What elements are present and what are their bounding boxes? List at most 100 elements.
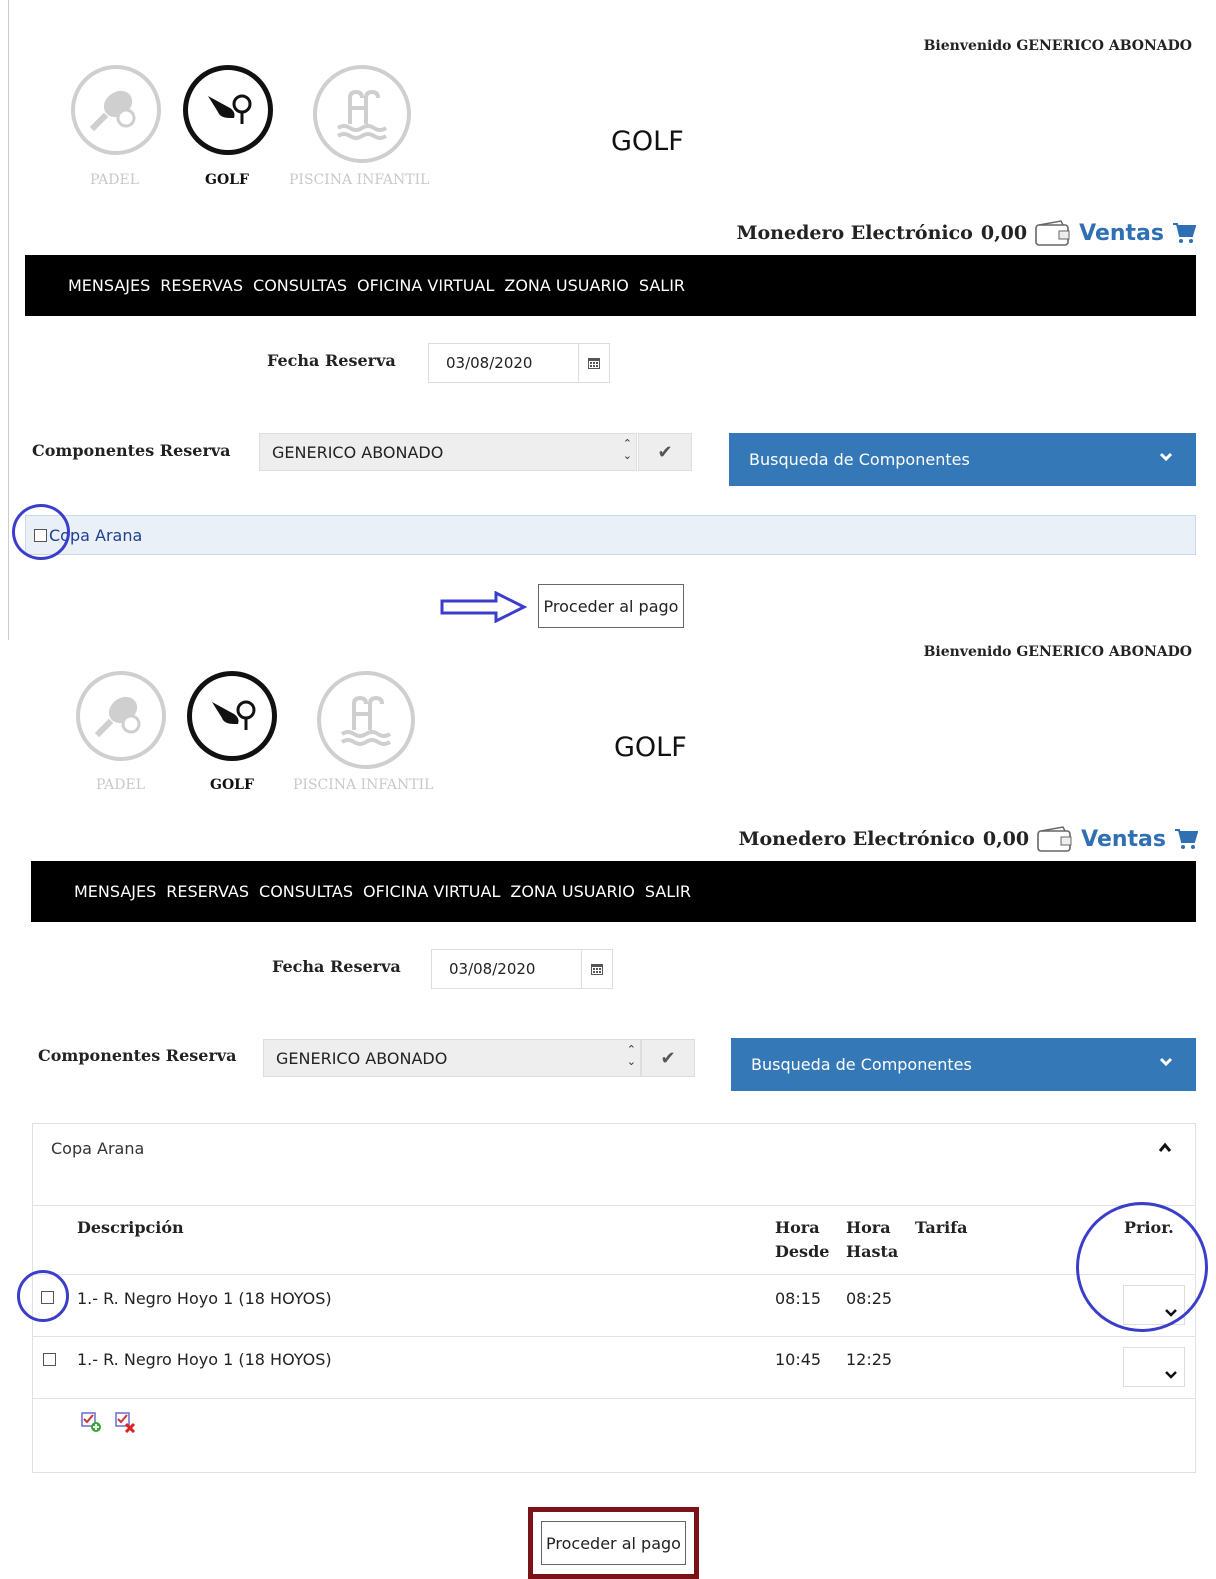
spinner-icon: ⌃ ⌄ bbox=[622, 437, 632, 462]
fecha-value: 03/08/2020 bbox=[446, 354, 533, 372]
fecha-value: 03/08/2020 bbox=[449, 960, 536, 978]
divider bbox=[32, 1274, 1196, 1275]
busqueda-label: Busqueda de Componentes bbox=[749, 450, 970, 469]
calendar-icon bbox=[591, 964, 603, 975]
nav-zona-usuario[interactable]: ZONA USUARIO bbox=[510, 882, 635, 901]
sport-piscina[interactable] bbox=[313, 65, 411, 163]
chevron-down-icon bbox=[1165, 1371, 1177, 1379]
wallet-2: Monedero Electrónico 0,00 Ventas bbox=[738, 826, 1198, 852]
page-title: GOLF bbox=[611, 126, 684, 157]
annotation-arrow-icon bbox=[440, 591, 528, 623]
proceder-pago-button-bottom[interactable]: Proceder al pago bbox=[541, 1521, 686, 1565]
padel-racket-icon bbox=[89, 90, 136, 132]
nav-consultas[interactable]: CONSULTAS bbox=[253, 276, 347, 295]
wallet-label: Monedero Electrónico bbox=[736, 222, 973, 244]
confirm-component-button-2[interactable]: ✔ bbox=[641, 1039, 695, 1077]
top-panel: Bienvenido GENERICO ABONADO PADEL GOLF P… bbox=[0, 0, 1216, 640]
componentes-select[interactable]: GENERICO ABONADO ⌃ ⌄ bbox=[259, 433, 637, 471]
confirm-component-button[interactable]: ✔ bbox=[638, 433, 692, 471]
divider bbox=[32, 1398, 1196, 1399]
row-descripcion-2: 1.- R. Negro Hoyo 1 (18 HOYOS) bbox=[77, 1350, 332, 1369]
col-hora-desde-1: Hora bbox=[775, 1218, 820, 1237]
sport-label-padel: PADEL bbox=[90, 172, 139, 188]
row-hasta-1: 08:25 bbox=[846, 1289, 893, 1308]
wallet-amount: 0,00 bbox=[980, 222, 1028, 244]
copa-row[interactable]: Copa Arana bbox=[25, 515, 1196, 555]
nav-mensajes[interactable]: MENSAJES bbox=[68, 276, 150, 295]
sport-padel[interactable] bbox=[71, 65, 161, 155]
col-descripcion: Descripción bbox=[77, 1218, 184, 1237]
row-desde-2: 10:45 bbox=[775, 1350, 822, 1369]
pool-icon bbox=[340, 695, 392, 746]
check-icon: ✔ bbox=[657, 441, 673, 463]
calendar-button[interactable] bbox=[578, 344, 609, 382]
nav-oficina-virtual[interactable]: OFICINA VIRTUAL bbox=[363, 882, 500, 901]
copa-panel-title[interactable]: Copa Arana bbox=[51, 1139, 144, 1158]
nav-salir[interactable]: SALIR bbox=[645, 882, 691, 901]
ventas-link[interactable]: Ventas bbox=[1079, 221, 1164, 246]
nav-reservas[interactable]: RESERVAS bbox=[160, 276, 243, 295]
nav-consultas[interactable]: CONSULTAS bbox=[259, 882, 353, 901]
busqueda-toggle[interactable]: Busqueda de Componentes bbox=[729, 433, 1196, 486]
select-all-icon[interactable] bbox=[80, 1411, 102, 1433]
sport-label-golf-2: GOLF bbox=[210, 777, 254, 793]
pool-icon bbox=[336, 89, 388, 140]
nav-salir[interactable]: SALIR bbox=[639, 276, 685, 295]
fecha-input[interactable]: 03/08/2020 bbox=[428, 343, 610, 383]
sport-label-piscina: PISCINA INFANTIL bbox=[289, 172, 430, 188]
calendar-button[interactable] bbox=[581, 950, 612, 988]
componentes-value: GENERICO ABONADO bbox=[276, 1048, 448, 1068]
annotation-circle-row-checkbox bbox=[17, 1270, 69, 1322]
fecha-label-2: Fecha Reserva bbox=[272, 957, 401, 976]
wallet: Monedero Electrónico 0,00 Ventas bbox=[736, 220, 1196, 246]
wallet-icon[interactable] bbox=[1035, 220, 1071, 246]
fecha-label: Fecha Reserva bbox=[267, 351, 396, 370]
deselect-all-icon[interactable] bbox=[114, 1411, 136, 1433]
busqueda-label: Busqueda de Componentes bbox=[751, 1055, 972, 1074]
col-hora-hasta-2: Hasta bbox=[846, 1242, 899, 1261]
padel-racket-icon bbox=[94, 696, 141, 738]
annotation-circle-prior bbox=[1076, 1202, 1208, 1332]
golf-club-icon bbox=[208, 94, 252, 124]
proceder-pago-button-top[interactable]: Proceder al pago bbox=[538, 584, 684, 628]
check-icon: ✔ bbox=[660, 1047, 676, 1069]
cart-icon[interactable] bbox=[1174, 828, 1198, 850]
annotation-circle-checkbox bbox=[12, 504, 70, 560]
left-border bbox=[8, 0, 9, 640]
nav-oficina-virtual[interactable]: OFICINA VIRTUAL bbox=[357, 276, 494, 295]
wallet-amount: 0,00 bbox=[982, 828, 1030, 850]
componentes-label: Componentes Reserva bbox=[32, 441, 231, 460]
row-desde-1: 08:15 bbox=[775, 1289, 822, 1308]
welcome-text-2: Bienvenido GENERICO ABONADO bbox=[923, 644, 1192, 660]
row-descripcion-1: 1.- R. Negro Hoyo 1 (18 HOYOS) bbox=[77, 1289, 332, 1308]
calendar-icon bbox=[588, 358, 600, 369]
chevron-down-icon bbox=[1159, 1057, 1173, 1067]
ventas-link[interactable]: Ventas bbox=[1081, 827, 1166, 852]
col-tarifa: Tarifa bbox=[915, 1218, 968, 1237]
wallet-icon[interactable] bbox=[1037, 826, 1073, 852]
componentes-label-2: Componentes Reserva bbox=[38, 1046, 237, 1065]
sport-label-padel-2: PADEL bbox=[96, 777, 145, 793]
sport-label-golf: GOLF bbox=[205, 172, 249, 188]
cart-icon[interactable] bbox=[1172, 222, 1196, 244]
nav-mensajes[interactable]: MENSAJES bbox=[74, 882, 156, 901]
col-hora-hasta-1: Hora bbox=[846, 1218, 891, 1237]
sport-padel-2[interactable] bbox=[76, 671, 166, 761]
page-title-2: GOLF bbox=[614, 732, 687, 763]
chevron-up-icon[interactable] bbox=[1158, 1141, 1172, 1153]
bottom-panel: Bienvenido GENERICO ABONADO PADEL GOLF P… bbox=[0, 640, 1216, 1579]
row-prior-select-2[interactable] bbox=[1123, 1347, 1185, 1387]
componentes-value: GENERICO ABONADO bbox=[272, 442, 444, 462]
componentes-select-2[interactable]: GENERICO ABONADO ⌃ ⌄ bbox=[263, 1039, 641, 1077]
sport-golf-2[interactable] bbox=[187, 671, 277, 761]
sport-piscina-2[interactable] bbox=[317, 671, 415, 769]
sport-label-piscina-2: PISCINA INFANTIL bbox=[293, 777, 434, 793]
nav-reservas[interactable]: RESERVAS bbox=[166, 882, 249, 901]
sport-golf[interactable] bbox=[183, 65, 273, 155]
col-hora-desde-2: Desde bbox=[775, 1242, 830, 1261]
busqueda-toggle-2[interactable]: Busqueda de Componentes bbox=[731, 1038, 1196, 1091]
divider bbox=[32, 1205, 1196, 1206]
row-checkbox-2[interactable] bbox=[43, 1353, 56, 1366]
fecha-input-2[interactable]: 03/08/2020 bbox=[431, 949, 613, 989]
nav-zona-usuario[interactable]: ZONA USUARIO bbox=[504, 276, 629, 295]
